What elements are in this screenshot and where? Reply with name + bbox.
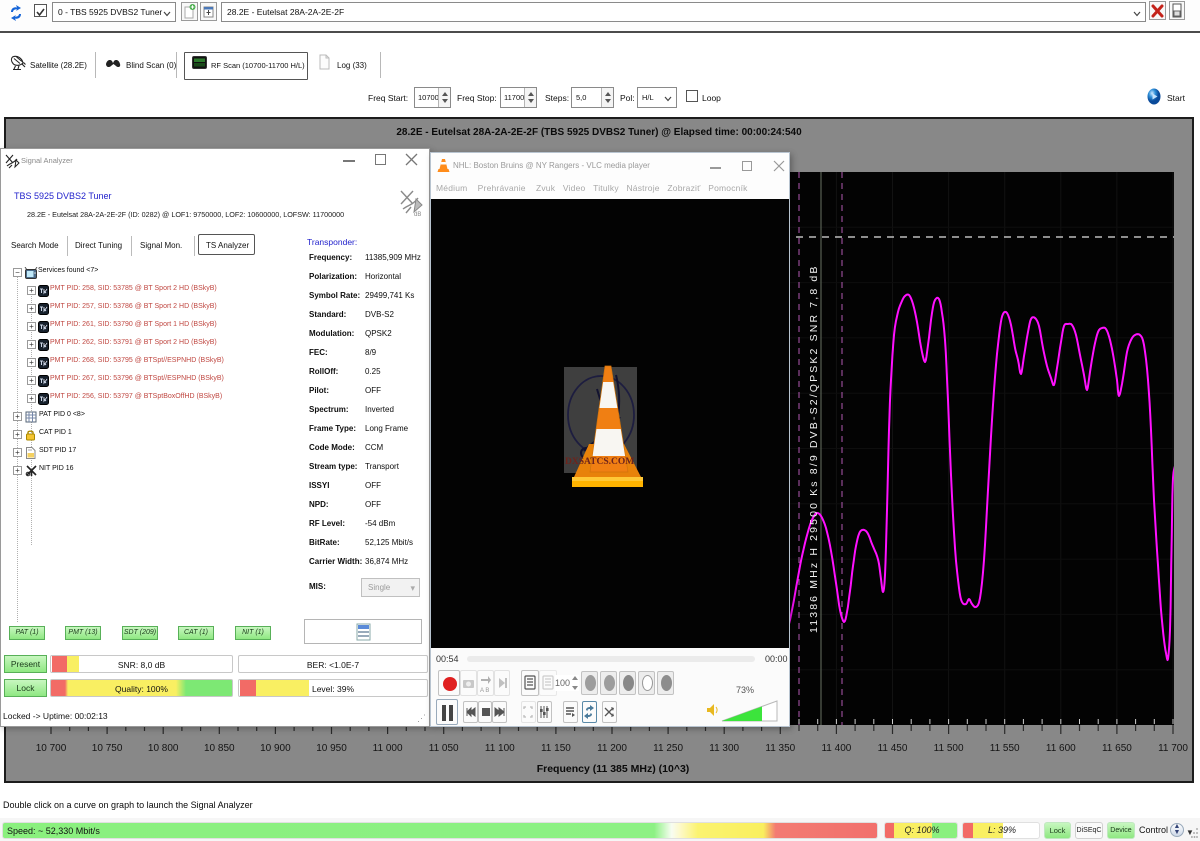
svg-text:dB: dB xyxy=(414,212,421,217)
svg-text:A B: A B xyxy=(480,688,489,694)
